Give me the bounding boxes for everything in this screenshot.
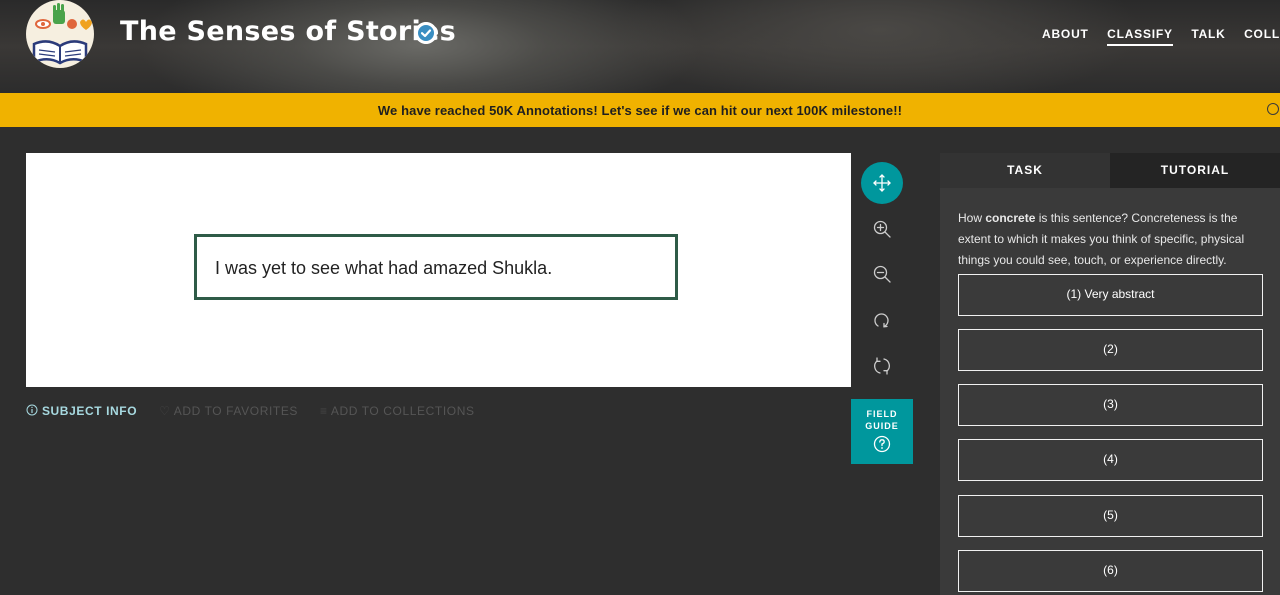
field-guide-line1: FIELD [866,409,898,419]
tab-task[interactable]: TASK [940,153,1110,188]
add-to-collections-link[interactable]: ≡ ADD TO COLLECTIONS [320,404,475,418]
answer-option-6[interactable]: (6) [958,550,1263,592]
image-toolbar [851,153,912,387]
subject-viewer[interactable]: I was yet to see what had amazed Shukla. [26,153,851,387]
subject-sentence-box: I was yet to see what had amazed Shukla. [194,234,678,300]
subject-sentence: I was yet to see what had amazed Shukla. [215,258,553,278]
move-icon[interactable] [861,162,903,204]
zoom-in-icon[interactable] [861,208,903,250]
add-to-favorites-link[interactable]: ♡ ADD TO FAVORITES [159,404,298,418]
nav-about[interactable]: ABOUT [1042,27,1089,44]
zoom-out-icon[interactable] [861,253,903,295]
field-guide-line2: GUIDE [865,421,899,431]
list-icon: ≡ [319,404,328,418]
question-prefix: How [958,211,986,225]
answer-option-5[interactable]: (5) [958,495,1263,537]
task-panel: TASK TUTORIAL How concrete is this sente… [940,153,1280,595]
verified-badge-icon [415,22,437,44]
project-title[interactable]: The Senses of Stories [120,16,456,47]
nav-collect[interactable]: COLLECT [1244,27,1280,44]
answer-option-2[interactable]: (2) [958,329,1263,371]
add-to-collections-label: ADD TO COLLECTIONS [330,404,475,418]
subject-info-link[interactable]: SUBJECT INFO [26,404,137,418]
task-question: How concrete is this sentence? Concreten… [958,208,1268,271]
nav-classify[interactable]: CLASSIFY [1107,27,1173,46]
nav-talk[interactable]: TALK [1191,27,1225,44]
reset-icon[interactable] [861,345,903,387]
answer-option-3[interactable]: (3) [958,384,1263,426]
tab-tutorial[interactable]: TUTORIAL [1110,153,1280,188]
close-icon[interactable] [1267,103,1279,115]
answer-option-1[interactable]: (1) Very abstract [958,274,1263,316]
answer-option-4[interactable]: (4) [958,439,1263,481]
subject-meta-bar: SUBJECT INFO ♡ ADD TO FAVORITES ≡ ADD TO… [26,404,493,418]
add-to-favorites-label: ADD TO FAVORITES [173,404,299,418]
project-header: The Senses of Stories ABOUT CLASSIFY TAL… [0,0,1280,93]
announcement-text: We have reached 50K Annotations! Let's s… [377,103,903,118]
project-nav: ABOUT CLASSIFY TALK COLLECT [1042,25,1280,46]
project-logo[interactable] [26,0,94,68]
subject-info-label: SUBJECT INFO [41,404,138,418]
help-icon [873,435,891,453]
heart-icon: ♡ [159,404,171,418]
info-icon [26,404,38,416]
rotate-icon[interactable] [861,299,903,341]
field-guide-label: FIELD GUIDE [851,408,913,432]
question-emphasis: concrete [985,211,1036,225]
announcement-banner: We have reached 50K Annotations! Let's s… [0,93,1280,127]
field-guide-button[interactable]: FIELD GUIDE [851,399,913,464]
